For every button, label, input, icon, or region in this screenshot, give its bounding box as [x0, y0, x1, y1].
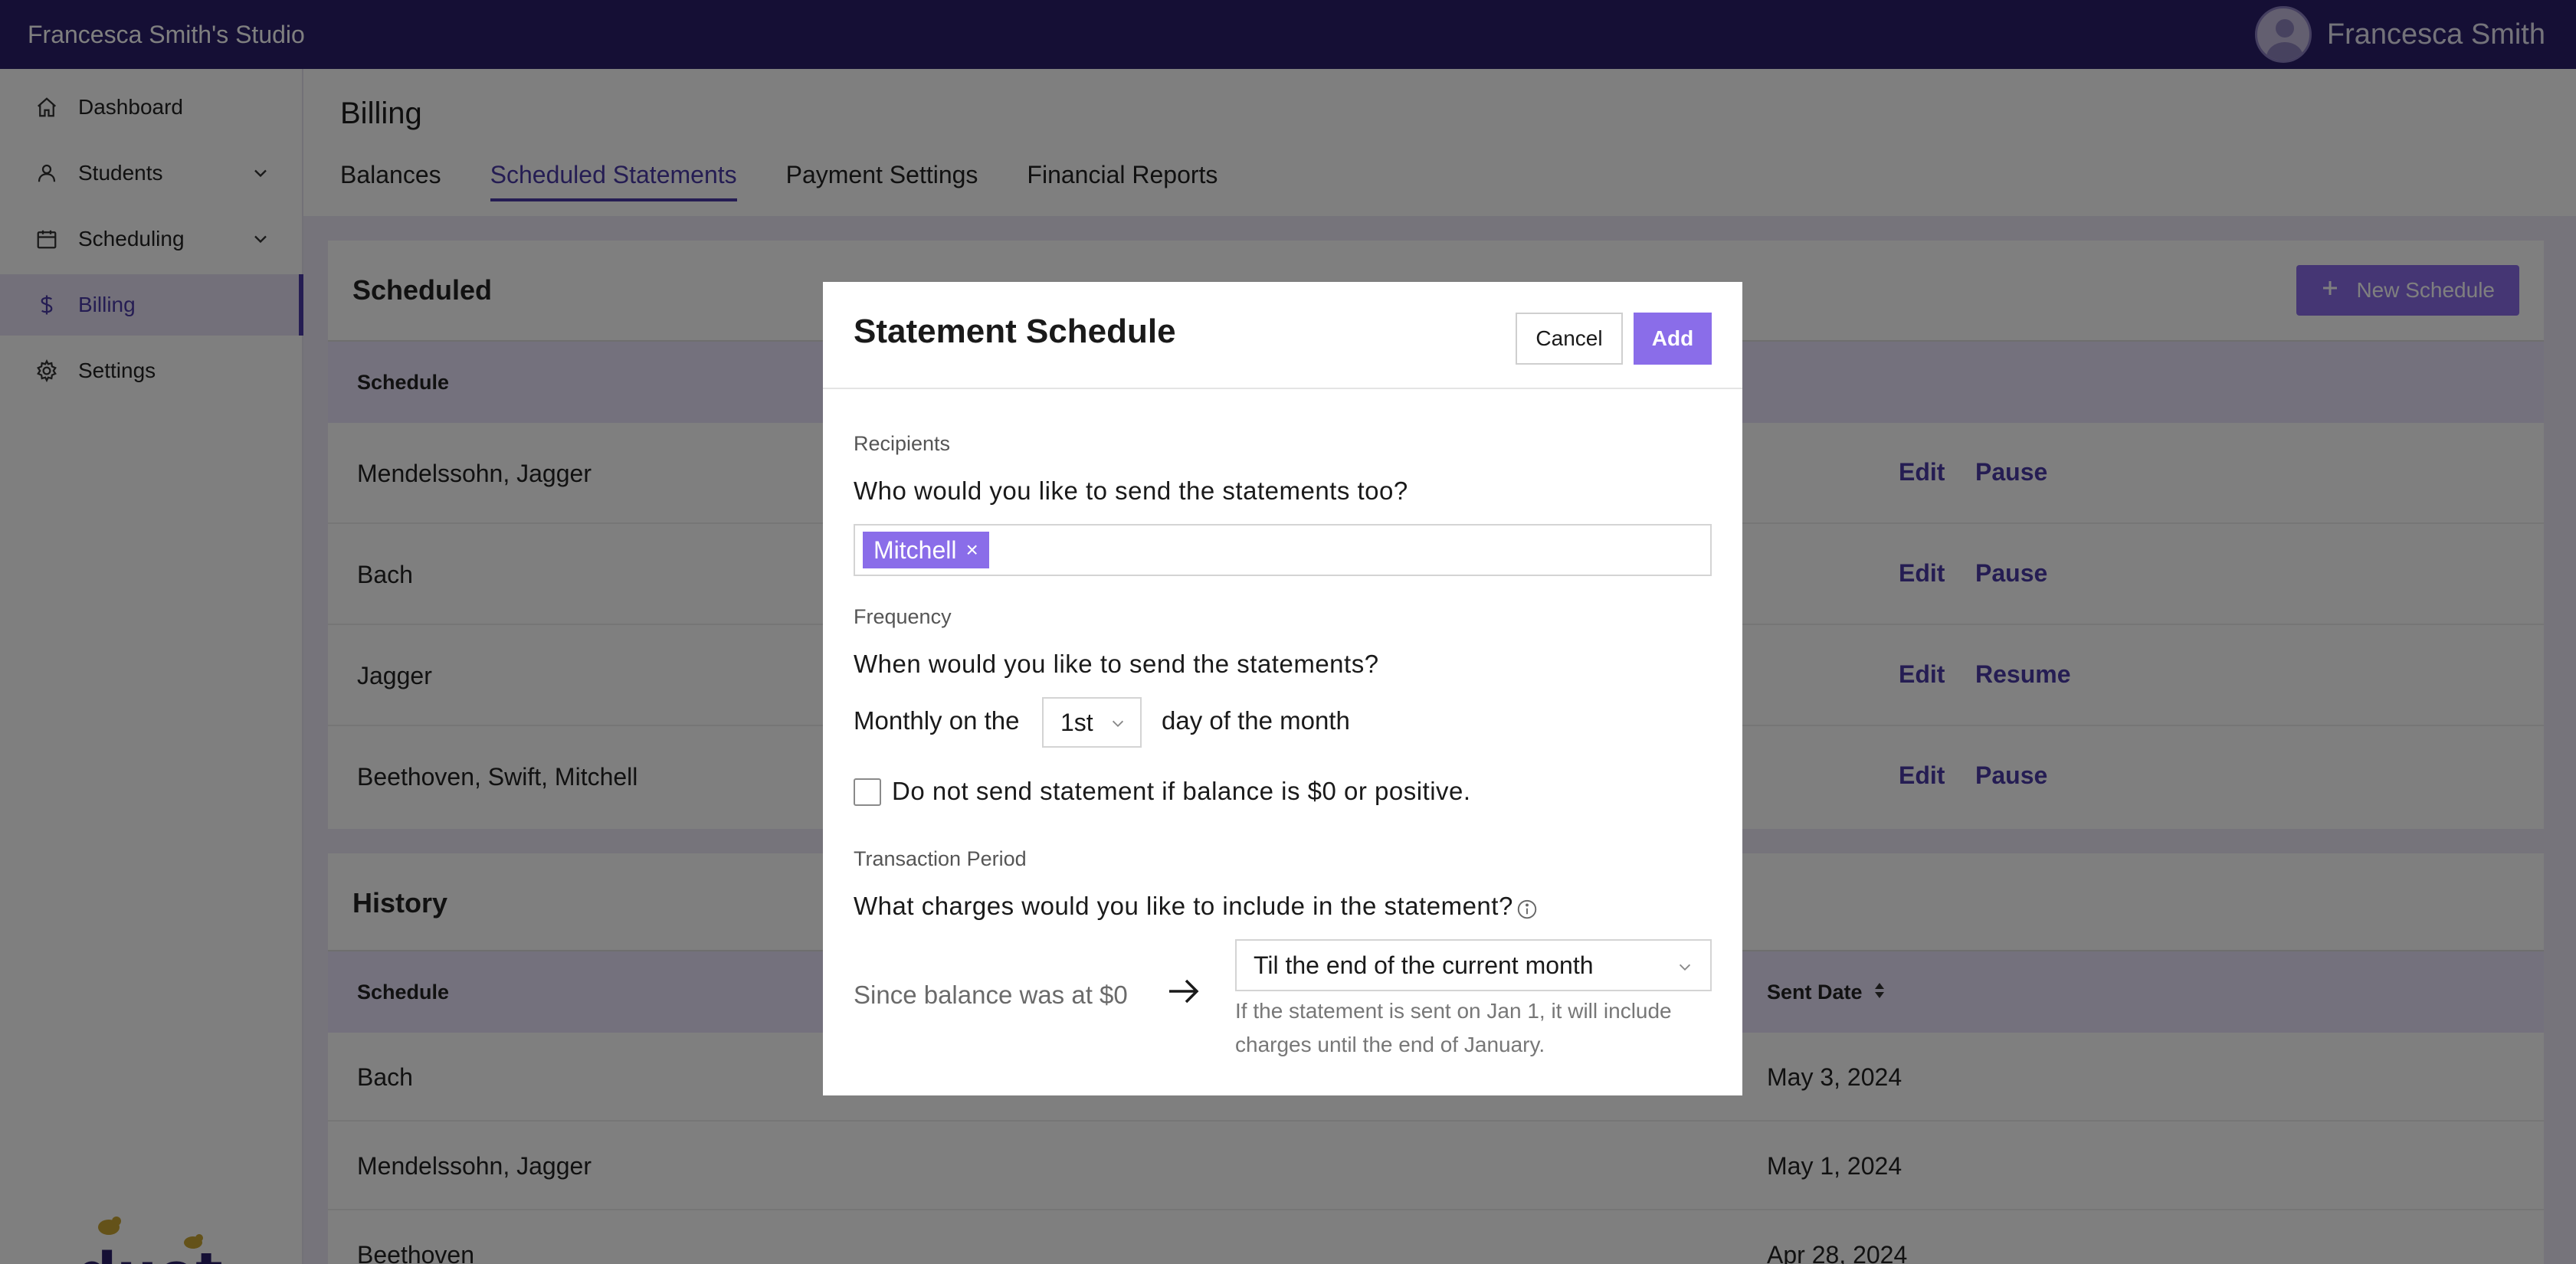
transaction-question: What charges would you like to include i…	[854, 892, 1513, 920]
cancel-button[interactable]: Cancel	[1516, 313, 1623, 365]
app-root: Francesca Smith's Studio Francesca Smith…	[0, 0, 2576, 1264]
recipient-tag: Mitchell ×	[863, 532, 989, 568]
chevron-down-icon	[1679, 964, 1691, 971]
recipient-tag-label: Mitchell	[873, 535, 957, 564]
recipients-question: Who would you like to send the statement…	[854, 476, 1408, 505]
since-balance-text: Since balance was at $0	[854, 981, 1128, 1009]
transaction-period-label: Transaction Period	[854, 847, 1027, 870]
chevron-down-icon	[1112, 720, 1124, 728]
modal-title: Statement Schedule	[854, 313, 1176, 350]
frequency-label: Frequency	[854, 605, 952, 628]
monthly-prefix: Monthly on the	[854, 706, 1020, 735]
transaction-period-hint: If the statement is sent on Jan 1, it wi…	[1235, 999, 1672, 1056]
recipients-label: Recipients	[854, 432, 951, 455]
skip-zero-balance-checkbox[interactable]	[854, 778, 881, 806]
info-icon[interactable]	[1516, 898, 1539, 925]
day-of-month-value: 1st	[1060, 708, 1093, 736]
day-of-month-select[interactable]: 1st	[1042, 697, 1142, 748]
add-button[interactable]: Add	[1634, 313, 1712, 365]
statement-schedule-modal: Statement Schedule Cancel Add Recipients…	[823, 282, 1742, 1095]
transaction-period-select[interactable]: Til the end of the current month	[1235, 939, 1712, 991]
modal-header: Statement Schedule Cancel Add	[823, 282, 1742, 389]
recipients-input[interactable]: Mitchell ×	[854, 524, 1712, 576]
frequency-question: When would you like to send the statemen…	[854, 650, 1379, 678]
transaction-period-value: Til the end of the current month	[1254, 951, 1594, 979]
arrow-right-icon	[1166, 976, 1201, 1010]
skip-zero-balance-label[interactable]: Do not send statement if balance is $0 o…	[892, 777, 1471, 806]
monthly-suffix: day of the month	[1162, 706, 1350, 735]
remove-tag-icon[interactable]: ×	[965, 538, 978, 562]
